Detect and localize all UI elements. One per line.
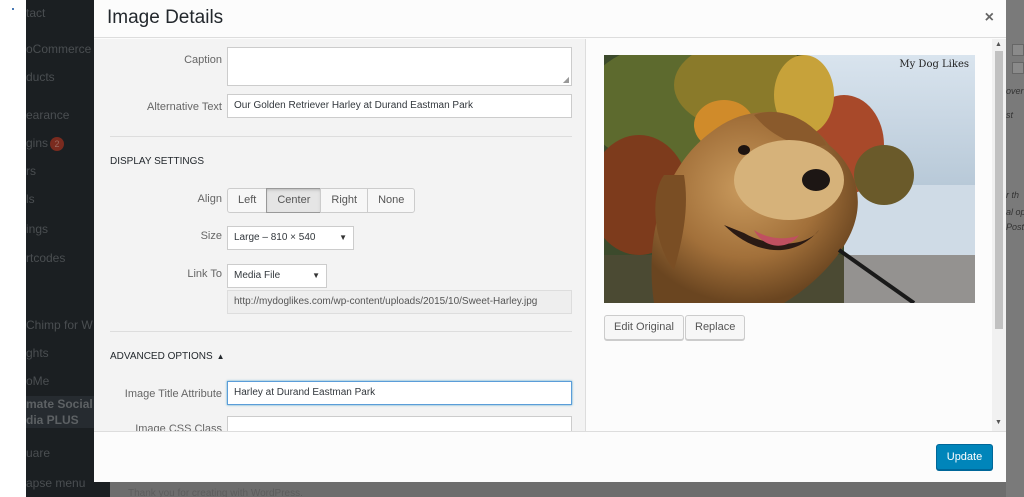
modal-header: Image Details ×: [94, 0, 1006, 38]
replace-button[interactable]: Replace: [685, 315, 746, 340]
edit-original-button[interactable]: Edit Original: [604, 315, 684, 340]
display-settings-heading: DISPLAY SETTINGS: [110, 156, 205, 167]
background-checkbox: [1012, 44, 1024, 56]
background-right-strip: over st r th al op Post: [1006, 0, 1024, 497]
size-select-value: Large – 810 × 540: [234, 232, 316, 243]
link-to-select-value: Media File: [234, 270, 281, 281]
admin-menu-label: ls: [26, 192, 35, 206]
advanced-options-toggle[interactable]: ADVANCED OPTIONS ▲: [110, 351, 225, 362]
image-css-class-label: Image CSS Class: [135, 423, 222, 431]
align-label: Align: [197, 193, 222, 205]
scroll-down-icon[interactable]: ▼: [995, 419, 1002, 426]
modal-title: Image Details: [107, 7, 224, 28]
background-text-fragment: r th: [1006, 190, 1020, 200]
align-button-group: Left Center Right None: [227, 188, 416, 213]
link-url-field[interactable]: http://mydoglikes.com/wp-content/uploads…: [227, 290, 572, 314]
update-button[interactable]: Update: [936, 444, 993, 470]
preview-scrollbar[interactable]: ▲ ▼: [992, 39, 1006, 431]
admin-menu-label: rtcodes: [26, 251, 66, 265]
image-title-attribute-label: Image Title Attribute: [124, 388, 222, 400]
admin-menu-label: rs: [26, 164, 36, 178]
admin-menu-label: mate Social: [26, 397, 93, 411]
admin-menu-label: ducts: [26, 70, 55, 84]
caption-label: Caption: [184, 54, 222, 66]
left-margin: [0, 0, 26, 497]
scroll-up-icon[interactable]: ▲: [995, 41, 1002, 48]
background-text-fragment: al op: [1006, 207, 1024, 217]
align-right-button[interactable]: Right: [320, 188, 369, 213]
size-label: Size: [200, 230, 222, 242]
align-none-button[interactable]: None: [367, 188, 416, 213]
image-title-attribute-field[interactable]: Harley at Durand Eastman Park: [227, 381, 572, 405]
divider: [110, 136, 572, 137]
alt-text-field[interactable]: Our Golden Retriever Harley at Durand Ea…: [227, 94, 572, 118]
image-preview-panel: My Dog Likes Edit Original Replace ▲ ▼: [587, 39, 1006, 431]
dog-photo: My Dog Likes: [604, 55, 975, 303]
footer-text: Thank you for creating with WordPress.: [128, 488, 303, 497]
link-to-select[interactable]: Media File ▼: [227, 264, 327, 288]
background-text-fragment: over: [1006, 86, 1024, 96]
admin-menu-label: Chimp for W: [26, 318, 93, 332]
admin-menu-label: dia PLUS: [26, 413, 79, 427]
chevron-down-icon: ▼: [339, 233, 347, 242]
advanced-options-heading: ADVANCED OPTIONS: [110, 351, 213, 362]
modal-footer: Update: [94, 431, 1006, 482]
admin-menu-label: oMe: [26, 374, 50, 388]
admin-menu-label: uare: [26, 446, 51, 460]
image-settings-panel: Caption ◢ Alternative Text Our Golden Re…: [94, 39, 586, 431]
chevron-down-icon: ▼: [312, 271, 320, 280]
admin-menu-label: gins: [26, 136, 49, 150]
background-text-fragment: st: [1006, 110, 1014, 120]
background-checkbox: [1012, 62, 1024, 74]
align-left-button[interactable]: Left: [227, 188, 268, 213]
resize-grip-icon[interactable]: ◢: [563, 75, 569, 84]
link-to-label: Link To: [187, 268, 222, 280]
alt-text-label: Alternative Text: [146, 101, 222, 113]
caption-field[interactable]: ◢: [227, 47, 572, 86]
marker-dot: [12, 8, 14, 10]
size-select[interactable]: Large – 810 × 540 ▼: [227, 226, 354, 250]
dog-photo-image: [604, 55, 975, 303]
admin-menu-label: oCommerce: [26, 42, 92, 56]
align-center-button[interactable]: Center: [266, 188, 322, 213]
admin-menu-label: apse menu: [26, 476, 86, 490]
arrow-up-icon: ▲: [216, 352, 225, 361]
admin-menu-label: ings: [26, 222, 49, 236]
divider: [110, 331, 572, 332]
scrollbar-thumb[interactable]: [995, 51, 1003, 329]
background-text-fragment: Post: [1006, 222, 1024, 232]
admin-menu-label: ghts: [26, 346, 49, 360]
watermark-text: My Dog Likes: [899, 59, 969, 70]
update-count-badge: 2: [50, 136, 65, 151]
image-details-modal: Image Details × Caption ◢ Alternative Te…: [94, 0, 1006, 482]
admin-menu-label: tact: [26, 6, 46, 20]
close-icon[interactable]: ×: [985, 9, 994, 27]
admin-menu-label: earance: [26, 108, 70, 122]
image-css-class-field[interactable]: [227, 416, 572, 431]
